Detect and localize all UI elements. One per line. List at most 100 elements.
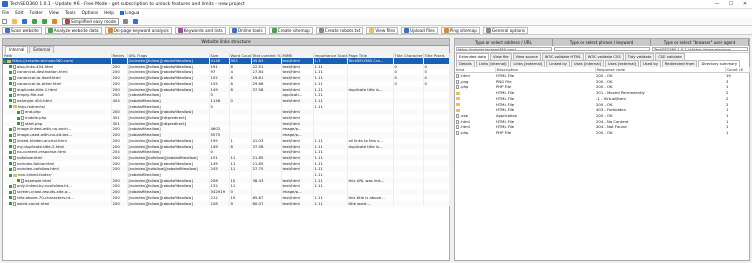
check-icon[interactable]	[9, 133, 12, 137]
settings-button[interactable]	[123, 18, 129, 24]
path-label: image-used-with-no-alt-tex...	[17, 132, 73, 138]
path-label: noindex-follow.html	[17, 160, 55, 166]
menu-file[interactable]: File	[2, 11, 9, 16]
check-icon[interactable]	[9, 93, 12, 97]
menu-options[interactable]: Options	[82, 11, 99, 16]
user-agent-input[interactable]: TechSEO360 1.0.1 (+https://www.microsys.…	[652, 47, 748, 51]
check-icon[interactable]	[17, 122, 20, 126]
scan-icon	[5, 27, 10, 33]
folder-icon	[13, 105, 17, 109]
new-project-button[interactable]	[2, 18, 8, 24]
tab-view-2[interactable]: View source	[512, 53, 541, 60]
help-button[interactable]	[133, 18, 139, 24]
tab-data-5[interactable]: Uses [external]	[604, 60, 639, 67]
check-icon[interactable]	[9, 88, 12, 92]
table-row[interactable]: weird-count.html 200 [noindex][follow][rob…	[3, 200, 450, 207]
check-icon[interactable]	[9, 70, 12, 74]
check-icon[interactable]	[9, 127, 12, 131]
check-icon[interactable]	[17, 116, 20, 120]
tab-view-5[interactable]: Tidy validate	[624, 53, 655, 60]
save-project-button[interactable]	[22, 18, 28, 24]
path-label: https://crawler.techseo360.com/	[12, 58, 74, 63]
view-files-button[interactable]: View files	[366, 26, 399, 34]
path-label: non-linked-folder/	[18, 172, 52, 178]
address-input[interactable]: https://crawler.techseo360.com/	[456, 47, 552, 51]
tab-view-1[interactable]: View file	[490, 53, 512, 60]
menu-tools[interactable]: Tools	[65, 11, 76, 16]
kind-label: .php	[460, 130, 469, 136]
keyword-input[interactable]	[554, 47, 650, 51]
tab-data-4[interactable]: Uses [internal]	[570, 60, 604, 67]
analyze-website-button[interactable]: Analyze website data	[44, 26, 102, 34]
check-icon[interactable]	[17, 179, 20, 183]
check-icon[interactable]	[9, 167, 12, 171]
check-icon[interactable]	[9, 65, 12, 69]
check-icon[interactable]	[9, 82, 12, 86]
menu-help[interactable]: Help	[104, 11, 114, 16]
ping-sitemap-button[interactable]: Ping sitemap	[440, 26, 480, 34]
forward-button[interactable]	[42, 18, 48, 24]
tab-view-3[interactable]: W3C validate HTML	[541, 53, 584, 60]
tab-data-1[interactable]: Links [internal]	[475, 60, 510, 67]
upload-files-button[interactable]: Upload files	[401, 26, 438, 34]
refresh-button[interactable]	[52, 18, 58, 24]
kind-label: .html	[460, 124, 470, 130]
check-icon[interactable]	[17, 110, 20, 114]
check-icon[interactable]	[9, 145, 12, 149]
online-tools-button[interactable]: Online tools	[228, 26, 266, 34]
keywords-lists-button[interactable]: Keywords and lists	[174, 26, 226, 34]
tab-data-8[interactable]: Directory summary	[698, 60, 741, 67]
check-icon[interactable]	[9, 76, 12, 80]
check-icon[interactable]	[3, 59, 6, 63]
check-icon[interactable]	[9, 99, 12, 103]
online-tools-label: Online tools	[237, 27, 263, 33]
check-icon[interactable]	[9, 190, 12, 194]
simplified-mode-button[interactable]: Simplified easy mode	[62, 17, 120, 25]
create-robots-button[interactable]: Create robots.txt	[315, 26, 364, 34]
scan-website-button[interactable]: Scan website	[2, 26, 42, 34]
close-button[interactable]: ✕	[738, 0, 752, 9]
directory-summary-table: Kind Description Response code Count (6 …	[455, 67, 750, 136]
create-sitemap-button[interactable]: Create sitemap	[268, 26, 313, 34]
check-icon[interactable]	[9, 105, 12, 109]
tab-data-3[interactable]: Linked by	[546, 60, 570, 67]
tab-internal[interactable]: Internal	[5, 46, 29, 53]
minimize-button[interactable]: —	[710, 0, 724, 9]
check-icon[interactable]	[9, 184, 12, 188]
open-project-button[interactable]	[12, 18, 18, 24]
kind-label: .png	[460, 78, 469, 84]
check-icon[interactable]	[9, 162, 12, 166]
tab-data-2[interactable]: Links [external]	[510, 60, 546, 67]
back-button[interactable]	[32, 18, 38, 24]
user-agent-header: Type or select "browser" user agent	[651, 39, 749, 46]
check-icon[interactable]	[9, 156, 12, 160]
keyword-analysis-button[interactable]: On-page keyword analysis	[104, 26, 172, 34]
menu-view[interactable]: View	[49, 11, 59, 16]
col-header[interactable]: Title Characters	[393, 53, 424, 58]
check-icon[interactable]	[9, 150, 12, 154]
menu-folder[interactable]: Folder	[30, 11, 43, 16]
tab-data-7[interactable]: Redirected from	[661, 60, 698, 67]
tab-view-6[interactable]: CSE validate	[655, 53, 685, 60]
tab-data-6[interactable]: Used by	[639, 60, 661, 67]
general-options-label: General options	[491, 27, 526, 33]
check-icon[interactable]	[9, 173, 12, 177]
check-icon[interactable]	[9, 202, 12, 206]
general-options-button[interactable]: General options	[482, 26, 529, 34]
tab-view-0[interactable]: Extended data	[456, 53, 489, 60]
check-icon[interactable]	[9, 139, 12, 143]
kind-cell: .php	[455, 130, 495, 136]
list-icon	[177, 27, 183, 33]
cell-code: 200 - OK	[596, 130, 613, 136]
sitemap-icon	[271, 27, 277, 33]
menu-edit[interactable]: Edit	[15, 11, 23, 16]
tab-external[interactable]: External	[29, 46, 55, 53]
tab-data-0[interactable]: Details	[456, 60, 475, 67]
app-icon	[2, 1, 8, 7]
check-icon[interactable]	[9, 196, 12, 200]
path-label: title-above-70-characters.ht...	[17, 194, 74, 200]
menu-language[interactable]: Lingua	[120, 11, 139, 16]
summary-row[interactable]: .php PHP File 200 - OK 1	[455, 130, 749, 136]
maximize-button[interactable]: ☐	[724, 0, 738, 9]
tab-view-4[interactable]: W3C validate CSS	[584, 53, 624, 60]
